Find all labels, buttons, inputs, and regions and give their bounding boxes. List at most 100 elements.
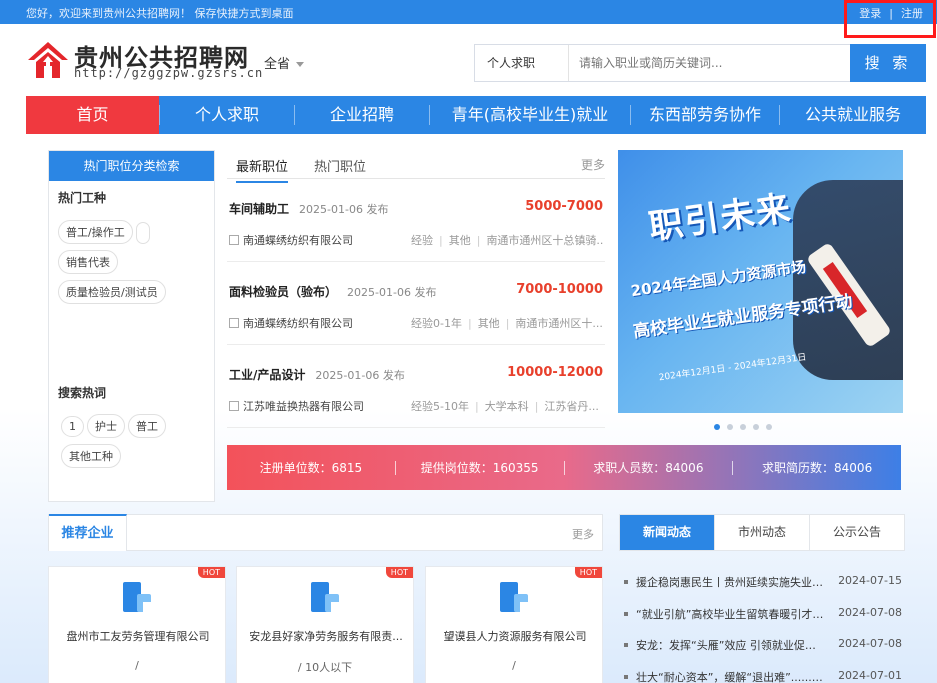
job-company-row[interactable]: 南通蝶绣纺织有限公司 [229, 315, 353, 331]
job-salary: 5000-7000 [525, 199, 603, 214]
job-title-row[interactable]: 工业/产品设计 2025-01-06 发布 [229, 366, 405, 383]
news-item[interactable]: 壮大“耐心资本”，缓解“退出难”......四... 2024-07-01 [624, 669, 904, 683]
nav-recruitment[interactable]: 企业招聘 [295, 96, 429, 134]
enterprise-scale: / [135, 659, 139, 672]
recommended-enterprises-title[interactable]: 推荐企业 [49, 514, 127, 551]
banner-headline: 职引未来 [646, 188, 795, 248]
news-item[interactable]: 援企稳岗惠民生丨贵州延续实施失业保... 2024-07-15 [624, 574, 904, 590]
news-title[interactable]: 援企稳岗惠民生丨贵州延续实施失业保... [636, 574, 824, 590]
category-panel-header[interactable]: 热门职位分类检索 [49, 151, 214, 181]
jobs-more-link[interactable]: 更多 [581, 156, 605, 173]
job-card[interactable]: 车间辅助工 2025-01-06 发布 5000-7000 南通蝶绣纺织有限公司 … [227, 180, 605, 262]
tag-hot-search[interactable]: 普工 [128, 414, 166, 438]
tag-hot-search[interactable]: 1 [61, 416, 84, 437]
enterprise-name[interactable]: 望谟县人力资源服务有限公司 [432, 628, 598, 644]
job-meta-location: 南通市通州区十总镇骑... [471, 234, 603, 247]
nav-home[interactable]: 首页 [26, 96, 159, 134]
job-meta-education: 其他 [462, 317, 500, 330]
news-title[interactable]: 安龙：发挥“头雁”效应 引领就业促增收 [636, 637, 824, 653]
carousel-dot[interactable] [727, 424, 733, 430]
job-meta: 经验其他南通市通州区十总镇骑... [411, 232, 603, 248]
job-date: 2025-01-06 发布 [347, 286, 437, 299]
welcome-text: 您好，欢迎来到贵州公共招聘网！ 保存快捷方式到桌面 [26, 7, 294, 20]
enterprise-scale: / [512, 659, 516, 672]
job-company[interactable]: 南通蝶绣纺织有限公司 [243, 317, 353, 330]
bullet-icon [624, 612, 628, 616]
nav-public-service[interactable]: 公共就业服务 [780, 96, 926, 134]
news-date: 2024-07-01 [838, 669, 902, 682]
highlight-box [844, 0, 936, 38]
job-company-row[interactable]: 南通蝶绣纺织有限公司 [229, 232, 353, 248]
job-title-row[interactable]: 车间辅助工 2025-01-06 发布 [229, 200, 388, 217]
tag-hot-type[interactable]: 销售代表 [58, 250, 118, 274]
tag-hot-search[interactable]: 其他工种 [61, 444, 121, 468]
enterprises-more-link[interactable]: 更多 [572, 526, 594, 542]
bullet-icon [624, 643, 628, 647]
enterprise-card[interactable]: HOT 盘州市工友劳务管理有限公司 / [48, 566, 226, 683]
recommended-enterprises-header: 推荐企业 更多 [48, 514, 603, 551]
tab-news[interactable]: 新闻动态 [620, 515, 715, 550]
search-input[interactable] [571, 45, 849, 81]
tab-city-news[interactable]: 市州动态 [715, 515, 810, 550]
job-title[interactable]: 车间辅助工 [229, 202, 289, 216]
news-date: 2024-07-15 [838, 574, 902, 587]
bullet-icon [624, 580, 628, 584]
tag-hot-type-empty[interactable] [135, 221, 150, 244]
tag-hot-type[interactable]: 质量检验员/测试员 [58, 280, 166, 304]
building-icon [123, 582, 153, 614]
job-title[interactable]: 工业/产品设计 [229, 368, 305, 382]
job-meta-location: 江苏省丹... [529, 400, 599, 413]
enterprise-card[interactable]: HOT 安龙县好家净劳务服务有限责... / 10人以下 [236, 566, 414, 683]
hot-types-list: 普工/操作工 销售代表 质量检验员/测试员 [49, 217, 214, 307]
banner-dates: 2024年12月1日 - 2024年12月31日 [658, 352, 808, 384]
main-nav: 首页 个人求职 企业招聘 青年(高校毕业生)就业 东西部劳务协作 公共就业服务 [26, 96, 926, 134]
news-title[interactable]: “就业引航”高校毕业生留筑春暖引才行... [636, 606, 824, 622]
carousel-dot[interactable] [740, 424, 746, 430]
job-tabs: 最新职位 热门职位 更多 [227, 150, 605, 183]
bullet-icon [624, 675, 628, 679]
nav-labor-cooperation[interactable]: 东西部劳务协作 [631, 96, 779, 134]
hot-types-title: 热门工种 [58, 191, 107, 205]
tab-announcements[interactable]: 公示公告 [810, 515, 904, 550]
job-company-row[interactable]: 江苏唯益换热器有限公司 [229, 398, 364, 414]
nav-youth-employment[interactable]: 青年(高校毕业生)就业 [430, 96, 630, 134]
enterprise-card[interactable]: HOT 望谟县人力资源服务有限公司 / [425, 566, 603, 683]
news-title[interactable]: 壮大“耐心资本”，缓解“退出难”......四... [636, 669, 824, 683]
search-type-select[interactable]: 个人求职 [475, 45, 569, 81]
job-company[interactable]: 江苏唯益换热器有限公司 [243, 400, 364, 413]
carousel-dot[interactable] [714, 424, 720, 430]
job-meta-experience: 经验0-1年 [411, 317, 462, 330]
job-title-row[interactable]: 面料检验员（验布） 2025-01-06 发布 [229, 283, 436, 300]
job-date: 2025-01-06 发布 [299, 203, 389, 216]
stat-resumes: 求职简历数：84006 [762, 461, 873, 475]
news-date: 2024-07-08 [838, 606, 902, 619]
enterprise-name[interactable]: 盘州市工友劳务管理有限公司 [55, 628, 221, 644]
nav-job-seeking[interactable]: 个人求职 [160, 96, 294, 134]
search-button[interactable]: 搜 索 [850, 44, 926, 82]
carousel-dot[interactable] [753, 424, 759, 430]
enterprise-name[interactable]: 安龙县好家净劳务服务有限责... [243, 628, 409, 644]
news-item[interactable]: 安龙：发挥“头雁”效应 引领就业促增收 2024-07-08 [624, 637, 904, 653]
promo-banner[interactable]: 职引未来 2024年全国人力资源市场 高校毕业生就业服务专项行动 2024年12… [618, 150, 903, 413]
job-meta-education: 其他 [433, 234, 471, 247]
job-salary: 10000-12000 [507, 365, 603, 380]
region-label: 全省 [264, 57, 291, 72]
tab-hot-jobs[interactable]: 热门职位 [314, 156, 366, 175]
house-arrow-logo-icon[interactable] [26, 40, 70, 80]
job-card[interactable]: 工业/产品设计 2025-01-06 发布 10000-12000 江苏唯益换热器… [227, 346, 605, 428]
search-bar: 个人求职 搜 索 [474, 44, 926, 82]
region-selector[interactable]: 全省 [264, 53, 305, 72]
tag-hot-search[interactable]: 护士 [87, 414, 125, 438]
news-item[interactable]: “就业引航”高校毕业生留筑春暖引才行... 2024-07-08 [624, 606, 904, 622]
news-tabs: 新闻动态 市州动态 公示公告 [619, 514, 905, 551]
building-icon [311, 582, 341, 614]
tab-latest-jobs[interactable]: 最新职位 [236, 156, 289, 183]
tag-hot-type[interactable]: 普工/操作工 [58, 220, 133, 244]
carousel-dots [714, 424, 772, 430]
building-icon [500, 582, 530, 614]
job-date: 2025-01-06 发布 [315, 369, 405, 382]
job-title[interactable]: 面料检验员（验布） [229, 285, 337, 299]
carousel-dot[interactable] [766, 424, 772, 430]
job-company[interactable]: 南通蝶绣纺织有限公司 [243, 234, 353, 247]
job-card[interactable]: 面料检验员（验布） 2025-01-06 发布 7000-10000 南通蝶绣纺织… [227, 263, 605, 345]
